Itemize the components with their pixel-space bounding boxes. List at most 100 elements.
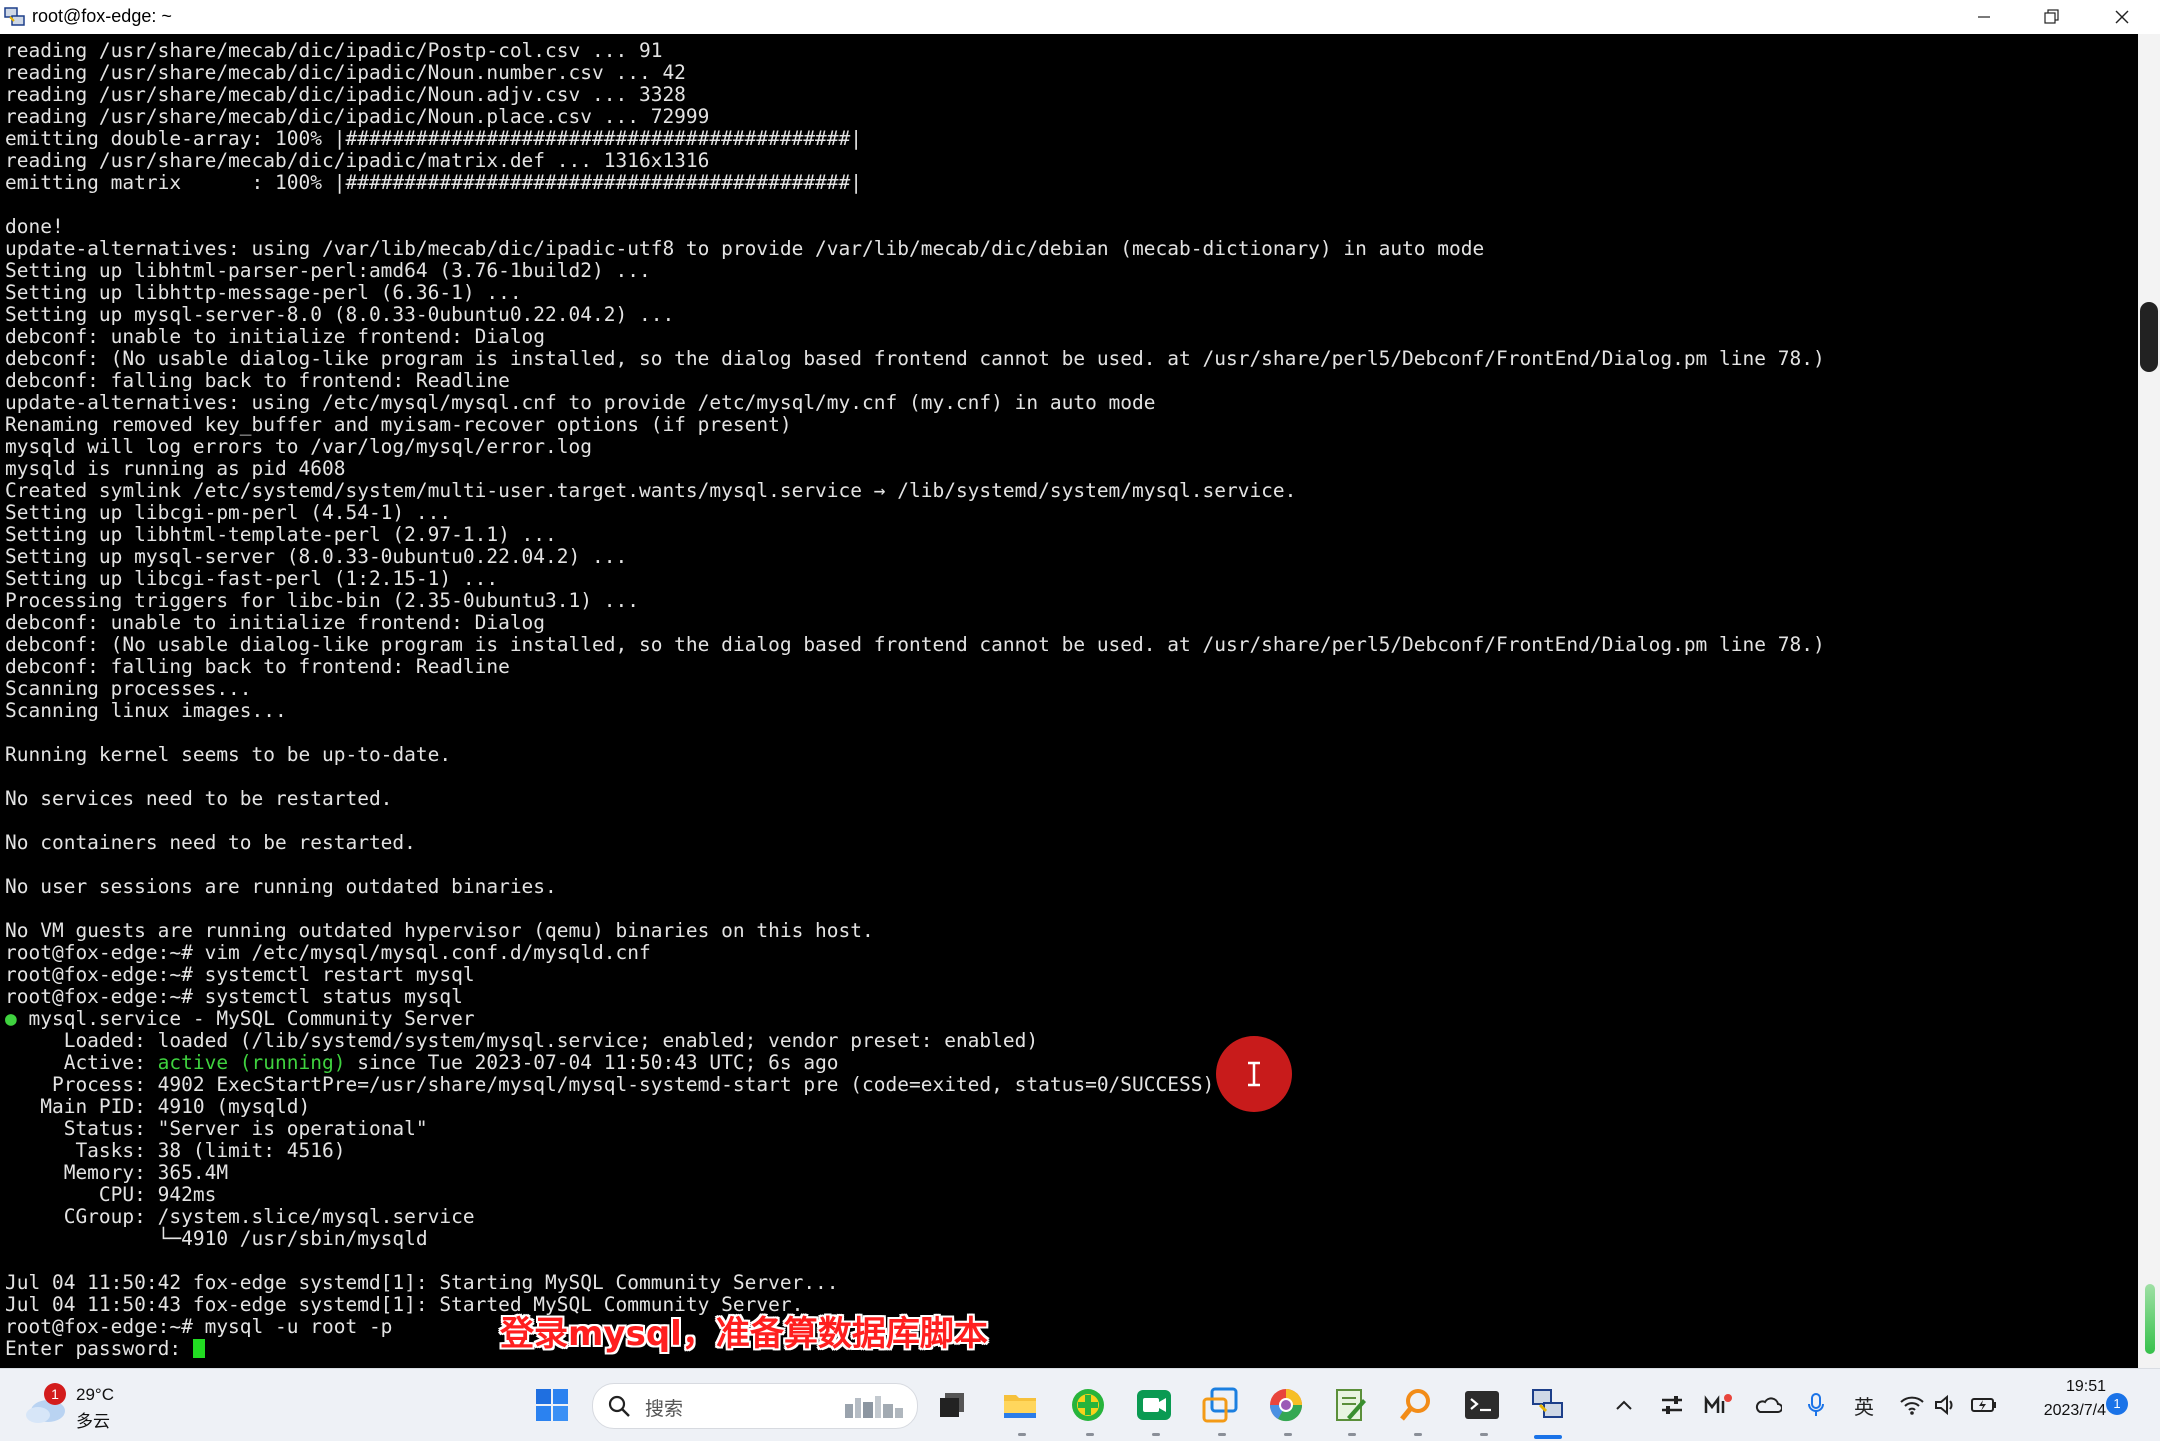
volume-button[interactable] — [1930, 1389, 1962, 1421]
status-title: mysql.service - MySQL Community Server — [16, 1007, 475, 1030]
start-button[interactable] — [532, 1385, 572, 1425]
running-indicator — [1284, 1433, 1292, 1436]
remote-desktop-icon — [1202, 1387, 1238, 1423]
remote-desktop-button[interactable] — [1200, 1385, 1240, 1425]
terminal-line: done! — [5, 215, 64, 238]
green-plus-app-button[interactable] — [1068, 1385, 1108, 1425]
show-hidden-icons-button[interactable] — [1608, 1389, 1640, 1421]
terminal-line: update-alternatives: using /etc/mysql/my… — [5, 391, 1156, 414]
terminal-line: Running kernel seems to be up-to-date. — [5, 743, 452, 766]
onedrive-button[interactable] — [1752, 1389, 1784, 1421]
terminal-output[interactable]: reading /usr/share/mecab/dic/ipadic/Post… — [0, 34, 2138, 1368]
weather-condition: 多云 — [76, 1412, 110, 1432]
terminal-line: Setting up libhtml-template-perl (2.97-1… — [5, 523, 557, 546]
terminal-line: reading /usr/share/mecab/dic/ipadic/Noun… — [5, 61, 686, 84]
window-titlebar: root@fox-edge: ~ — [0, 0, 2160, 35]
terminal-line: CGroup: /system.slice/mysql.service — [5, 1205, 475, 1228]
text-cursor-icon — [1248, 1061, 1260, 1087]
chevron-up-icon — [1616, 1400, 1632, 1410]
terminal-line: No containers need to be restarted. — [5, 831, 416, 854]
notepad-icon — [1336, 1389, 1366, 1421]
start-icon — [536, 1389, 568, 1421]
file-explorer-button[interactable] — [1000, 1385, 1040, 1425]
taskbar: 1 29°C 多云 搜索 英 19:51 2023/7/4 1 — [0, 1368, 2160, 1441]
terminal-scrollbar[interactable] — [2138, 34, 2160, 1368]
terminal-line: reading /usr/share/mecab/dic/ipadic/Noun… — [5, 83, 686, 106]
terminal-line: root@fox-edge:~# vim /etc/mysql/mysql.co… — [5, 941, 651, 964]
terminal-line: Scanning processes... — [5, 677, 252, 700]
task-view-button[interactable] — [932, 1385, 972, 1425]
battery-icon — [1971, 1398, 1996, 1412]
terminal-line: debconf: falling back to frontend: Readl… — [5, 655, 510, 678]
terminal-line: Jul 04 11:50:42 fox-edge systemd[1]: Sta… — [5, 1271, 839, 1294]
terminal-line: mysqld will log errors to /var/log/mysql… — [5, 435, 592, 458]
input-method-button[interactable] — [1702, 1389, 1734, 1421]
clock-time: 19:51 — [2065, 1378, 2106, 1395]
terminal-line: Scanning linux images... — [5, 699, 287, 722]
status-bullet-icon: ● — [5, 1007, 17, 1030]
running-indicator — [1086, 1433, 1094, 1436]
file-explorer-icon — [1004, 1395, 1036, 1418]
terminal-line: Setting up libcgi-fast-perl (1:2.15-1) .… — [5, 567, 499, 590]
terminal-line: Renaming removed key_buffer and myisam-r… — [5, 413, 792, 436]
active-status: active (running) — [157, 1051, 346, 1074]
terminal-line: Processing triggers for libc-bin (2.35-0… — [5, 589, 639, 612]
green-plus-app-icon — [1072, 1389, 1104, 1421]
maximize-button[interactable] — [2018, 0, 2086, 34]
terminal-line: debconf: falling back to frontend: Readl… — [5, 369, 510, 392]
wifi-button[interactable] — [1896, 1389, 1928, 1421]
notepad-button[interactable] — [1330, 1385, 1370, 1425]
window-title: root@fox-edge: ~ — [32, 6, 172, 26]
close-button[interactable] — [2088, 0, 2156, 34]
terminal-line: debconf: (No usable dialog-like program … — [5, 347, 1825, 370]
running-indicator — [1152, 1433, 1160, 1436]
battery-button[interactable] — [1968, 1389, 2000, 1421]
video-subtitle: 登录mysql，准备算数据库脚本 — [500, 1314, 988, 1354]
terminal-line: Created symlink /etc/systemd/system/mult… — [5, 479, 1297, 502]
terminal-line: No services need to be restarted. — [5, 787, 393, 810]
terminal-cursor[interactable] — [192, 1339, 205, 1358]
terminal-line: CPU: 942ms — [5, 1183, 217, 1206]
terminal-line: Setting up libhtml-parser-perl:amd64 (3.… — [5, 259, 651, 282]
terminal-line: reading /usr/share/mecab/dic/ipadic/matr… — [5, 149, 710, 172]
browser-button[interactable] — [1266, 1385, 1306, 1425]
ime-language-button[interactable]: 英 — [1848, 1389, 1880, 1421]
microphone-button[interactable] — [1800, 1389, 1832, 1421]
taskbar-search-box[interactable]: 搜索 — [592, 1383, 918, 1429]
search-icon — [608, 1395, 630, 1417]
volume-icon — [1935, 1394, 1953, 1416]
video-meeting-button[interactable] — [1134, 1385, 1174, 1425]
minimize-icon — [1978, 16, 1990, 18]
terminal-line: debconf: unable to initialize frontend: … — [5, 611, 546, 634]
terminal-line: ● mysql.service - MySQL Community Server — [5, 1008, 1825, 1030]
search-tool-button[interactable] — [1396, 1385, 1436, 1425]
notification-badge[interactable]: 1 — [2106, 1393, 2128, 1415]
active-app-indicator — [1534, 1435, 1562, 1439]
terminal-line: emitting double-array: 100% |###########… — [5, 127, 863, 150]
running-indicator — [1348, 1433, 1356, 1436]
terminal-icon — [1465, 1391, 1499, 1419]
ime-language-label: 英 — [1854, 1394, 1874, 1419]
terminal-button[interactable] — [1462, 1385, 1502, 1425]
scrollbar-thumb[interactable] — [2140, 302, 2158, 372]
terminal-line: update-alternatives: using /var/lib/meca… — [5, 237, 1485, 260]
terminal-line: Memory: 365.4M — [5, 1161, 229, 1184]
putty-button[interactable] — [1528, 1385, 1568, 1425]
terminal-line: Setting up mysql-server-8.0 (8.0.33-0ubu… — [5, 303, 675, 326]
weather-widget[interactable]: 1 29°C 多云 — [24, 1379, 134, 1432]
settings-sliders-button[interactable] — [1656, 1389, 1688, 1421]
terminal-line: Main PID: 4910 (mysqld) — [5, 1095, 311, 1118]
terminal-line: debconf: (No usable dialog-like program … — [5, 633, 1825, 656]
terminal-lines: reading /usr/share/mecab/dic/ipadic/Post… — [5, 40, 1825, 1360]
terminal-line: Loaded: loaded (/lib/systemd/system/mysq… — [5, 1029, 1039, 1052]
putty-terminal-icon — [4, 6, 26, 28]
terminal-line: Active: active (running) since Tue 2023-… — [5, 1052, 1825, 1074]
taskbar-clock[interactable]: 19:51 2023/7/4 — [2010, 1375, 2106, 1423]
minimize-button[interactable] — [1950, 0, 2018, 34]
terminal-line: No VM guests are running outdated hyperv… — [5, 919, 874, 942]
terminal-line: Setting up libhttp-message-perl (6.36-1)… — [5, 281, 522, 304]
